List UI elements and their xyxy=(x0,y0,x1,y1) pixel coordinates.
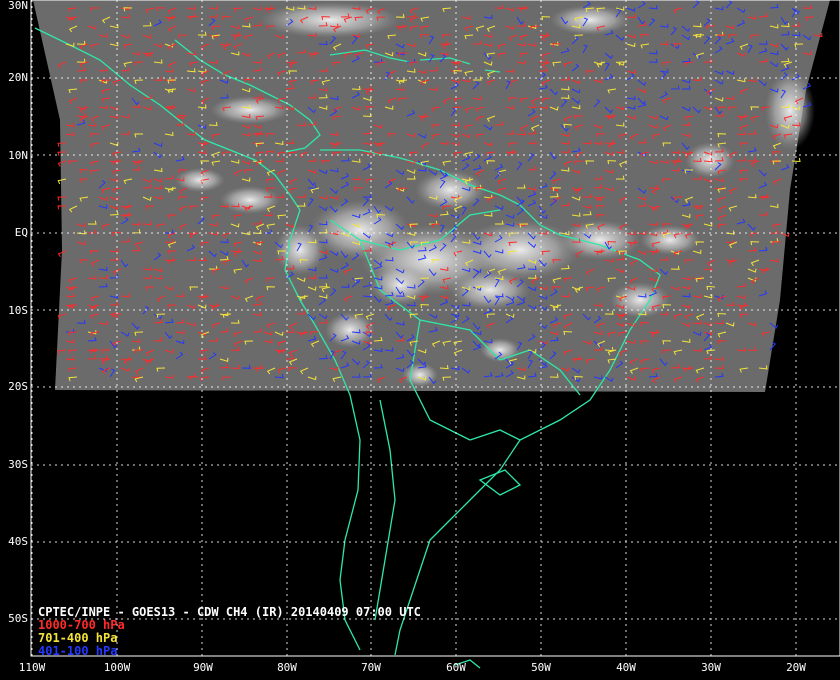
legend-high-level: 401-100 hPa xyxy=(38,644,118,658)
satellite-wind-map xyxy=(30,0,840,669)
lat-label-20s: 20S xyxy=(8,380,28,393)
lat-label-10s: 10S xyxy=(8,304,28,317)
lat-label-30n: 30N xyxy=(8,0,28,12)
lon-label-20w: 20W xyxy=(786,661,806,674)
lat-label-eq: EQ xyxy=(14,226,28,239)
lon-label-50w: 50W xyxy=(531,661,551,674)
lat-label-40s: 40S xyxy=(8,535,28,548)
lon-label-90w: 90W xyxy=(193,661,213,674)
cloud-patch xyxy=(765,70,815,150)
lat-label-20n: 20N xyxy=(8,71,28,84)
lat-label-10n: 10N xyxy=(8,149,28,162)
lon-label-100w: 100W xyxy=(103,661,131,674)
lon-label-70w: 70W xyxy=(361,661,381,674)
lat-label-50s: 50S xyxy=(8,612,28,625)
lon-label-80w: 80W xyxy=(277,661,297,674)
lon-label-60w: 60W xyxy=(446,661,466,674)
cloud-patch xyxy=(275,225,325,275)
cloud-patch xyxy=(640,225,700,255)
lat-label-30s: 30S xyxy=(8,458,28,471)
lon-label-30w: 30W xyxy=(701,661,721,674)
lon-label-40w: 40W xyxy=(616,661,636,674)
cloud-patch xyxy=(610,282,670,318)
cloud-patch xyxy=(220,186,280,214)
cloud-patch xyxy=(685,142,735,178)
cloud-patch xyxy=(260,2,400,38)
lon-label-110w: 110W xyxy=(18,661,46,674)
cloud-patch xyxy=(402,363,438,387)
cloud-patch xyxy=(450,270,530,310)
